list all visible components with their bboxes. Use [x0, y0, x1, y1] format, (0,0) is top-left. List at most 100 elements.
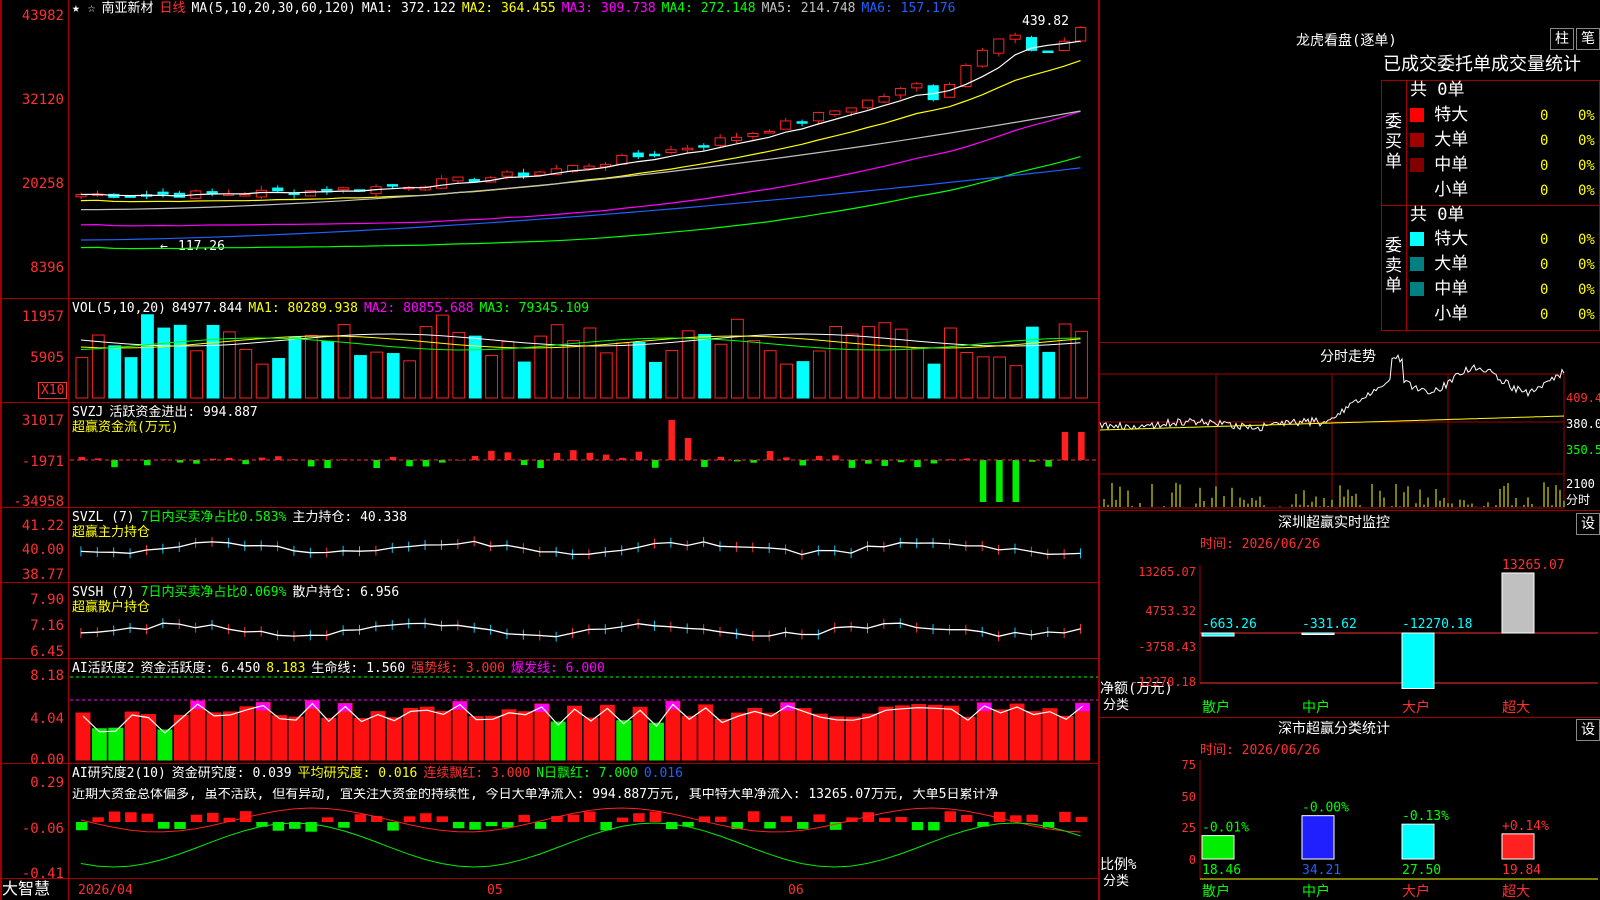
volume-bar [567, 340, 580, 399]
sell-row: 特大 [1410, 231, 1600, 248]
research-bar [649, 811, 662, 822]
monitor-value: -331.62 [1302, 617, 1357, 632]
flow-bar-out [242, 460, 249, 465]
activity-bar [976, 702, 992, 761]
activity-bar [616, 720, 632, 761]
sell-pct: 0% [1578, 282, 1595, 298]
activity-bar [862, 713, 878, 761]
research-bar [141, 813, 154, 822]
candle-up [911, 83, 923, 89]
monitor-bar [1301, 632, 1335, 635]
flow-bar-in [471, 456, 479, 460]
classify-category: 超大 [1502, 884, 1530, 900]
flow-bar-out [701, 460, 708, 467]
volume-bar [1075, 330, 1088, 399]
flow-bar-in [684, 438, 692, 460]
volume-bar [829, 325, 843, 399]
activity-bar [517, 711, 533, 761]
research-bar [403, 816, 416, 822]
volume-bar [1042, 351, 1056, 399]
tick-mode-button[interactable]: 笔 [1576, 28, 1600, 50]
research-bar [207, 812, 219, 822]
research-bar [584, 811, 596, 822]
svzl-line [80, 540, 1081, 556]
sell-count: 0 [1540, 282, 1549, 298]
research-bar [797, 822, 809, 829]
volume-bar [272, 358, 285, 399]
buy-count: 0 [1540, 158, 1549, 174]
flow-bar-out [1045, 460, 1052, 467]
candle-down [698, 145, 710, 148]
candle-up [862, 99, 874, 109]
activity-bar [370, 711, 386, 761]
research-bar [485, 822, 498, 827]
classify-date: 时间: 2026/06/26 [1200, 743, 1320, 758]
volume-bar [501, 341, 515, 399]
candle-down [272, 187, 284, 192]
candle-up [812, 111, 825, 122]
research-bar [928, 822, 940, 831]
buy-swatch [1410, 158, 1424, 172]
volume-bar [714, 343, 728, 399]
candle-down [632, 152, 644, 158]
sell-pct: 0% [1578, 257, 1595, 273]
activity-cap [305, 700, 320, 709]
monitor-axis-label: 13265.07 [1138, 565, 1196, 579]
activity-bar [878, 706, 894, 761]
monitor-axis-label: -3758.43 [1138, 640, 1196, 654]
research-bar [321, 817, 334, 822]
volume-bar [960, 351, 974, 399]
buy-count: 0 [1540, 108, 1549, 124]
volume-bar [649, 361, 662, 399]
activity-bar [812, 713, 828, 761]
candle-up [894, 87, 907, 96]
classify-value: 18.46 [1202, 863, 1241, 878]
activity-bar [1009, 703, 1025, 761]
candle-up [583, 165, 595, 169]
candle-up [976, 49, 988, 67]
classify-settings-button[interactable]: 设 [1576, 719, 1600, 741]
volume-bar [386, 353, 400, 399]
research-bar [387, 822, 399, 831]
volume-bar [304, 334, 318, 399]
classify-change: +0.14% [1502, 819, 1549, 834]
classify-bar [1501, 833, 1535, 860]
intraday-price-line [1099, 353, 1565, 432]
research-bar [665, 822, 678, 830]
activity-bar [157, 729, 173, 761]
volume-bar [632, 341, 646, 399]
bar-mode-button[interactable]: 柱 [1550, 28, 1574, 50]
research-bar [878, 817, 891, 822]
volume-bar [173, 324, 187, 399]
candle-up [436, 178, 448, 189]
sell-swatch [1410, 307, 1424, 321]
monitor-bar [1401, 632, 1435, 690]
buy-pct: 0% [1578, 108, 1595, 124]
sell-swatch [1410, 232, 1424, 246]
candle-up [763, 131, 775, 134]
activity-bar [485, 715, 501, 761]
classify-bar [1201, 835, 1235, 860]
flow-bar-in [766, 451, 774, 460]
volume-bar [730, 318, 744, 399]
buy-label: 小单 [1434, 180, 1469, 200]
volume-bar [763, 350, 777, 399]
volume-bar [124, 357, 138, 399]
research-bar [1059, 811, 1071, 822]
chart-canvas[interactable] [0, 0, 1098, 900]
flow-bar-in [275, 456, 282, 460]
sell-row: 小单 [1410, 306, 1600, 323]
candle-up [681, 147, 693, 151]
volume-bar [190, 350, 204, 399]
sell-label: 特大 [1434, 229, 1469, 249]
flow-bar-in [553, 452, 561, 460]
activity-bar [894, 705, 910, 761]
flow-bar-out [881, 460, 888, 466]
volume-bar [157, 327, 171, 399]
monitor-xlabel: 分类 [1103, 698, 1130, 713]
flow-bar-in [1061, 432, 1069, 460]
activity-bar [501, 709, 517, 761]
monitor-ylabel: 净额(万元) [1100, 681, 1173, 697]
volume-bar [91, 334, 105, 399]
monitor-settings-button[interactable]: 设 [1576, 513, 1600, 535]
